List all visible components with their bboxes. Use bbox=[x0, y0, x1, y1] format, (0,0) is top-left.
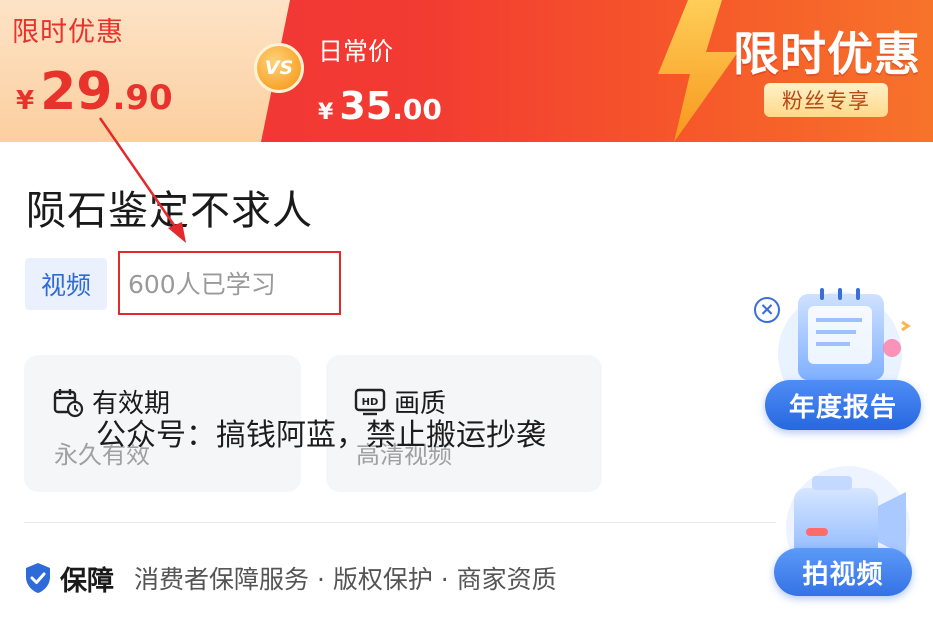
section-divider bbox=[24, 522, 776, 523]
vs-badge: VS bbox=[254, 43, 304, 93]
daily-price-currency: ¥ bbox=[318, 100, 334, 125]
sale-price-currency: ¥ bbox=[16, 86, 35, 116]
guarantee-row[interactable]: 保障 消费者保障服务 · 版权保护 · 商家资质 bbox=[24, 558, 557, 598]
sale-price-decimal: .90 bbox=[112, 78, 173, 118]
close-icon[interactable]: × bbox=[754, 297, 780, 323]
guarantee-items: 消费者保障服务 · 版权保护 · 商家资质 bbox=[134, 565, 557, 594]
banner-title: 限时优惠 bbox=[733, 27, 921, 81]
learner-count: 600人已学习 bbox=[118, 251, 341, 315]
course-type-tag: 视频 bbox=[25, 258, 107, 310]
daily-price-decimal: .00 bbox=[392, 93, 442, 126]
sale-price: ¥29.90 bbox=[16, 62, 173, 122]
daily-price-integer: 35 bbox=[339, 84, 393, 128]
promo-banner: 限时优惠 ¥29.90 VS 日常价 ¥35.00 限时优惠 粉丝专享 bbox=[0, 0, 933, 142]
sale-price-integer: 29 bbox=[40, 62, 113, 122]
svg-text:HD: HD bbox=[362, 397, 379, 408]
fans-exclusive-tag: 粉丝专享 bbox=[764, 83, 888, 117]
course-title: 陨石鉴定不求人 bbox=[26, 188, 313, 234]
shoot-video-button[interactable]: 拍视频 bbox=[774, 548, 912, 596]
annual-report-button[interactable]: 年度报告 bbox=[765, 380, 921, 430]
watermark-text: 公众号：搞钱阿蓝，禁止搬运抄袭 bbox=[96, 418, 546, 453]
daily-price-label: 日常价 bbox=[318, 37, 394, 66]
limited-offer-label: 限时优惠 bbox=[12, 17, 124, 48]
learner-count-text: 600人已学习 bbox=[128, 270, 276, 299]
guarantee-title: 保障 bbox=[60, 565, 114, 597]
shield-check-icon bbox=[26, 563, 50, 593]
daily-price: ¥35.00 bbox=[318, 84, 442, 128]
calendar-clock-icon bbox=[53, 388, 84, 417]
